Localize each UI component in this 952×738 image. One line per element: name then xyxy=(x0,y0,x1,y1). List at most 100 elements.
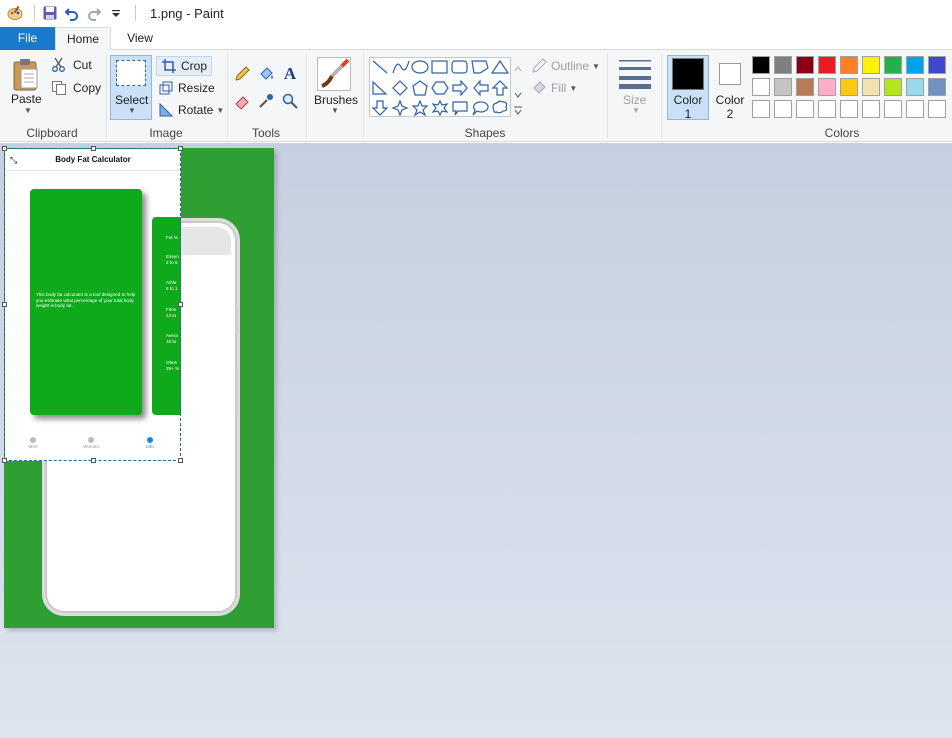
color-swatch[interactable] xyxy=(796,78,814,96)
shape-pentagon[interactable] xyxy=(412,80,428,96)
shape-line[interactable] xyxy=(372,60,388,74)
eraser-icon[interactable] xyxy=(233,92,251,110)
select-dropdown[interactable]: ▼ xyxy=(125,106,136,115)
shape-rounded-rectangle[interactable] xyxy=(451,60,468,74)
color-swatch[interactable] xyxy=(928,78,946,96)
pencil-icon[interactable] xyxy=(233,65,251,83)
shapes-scroll[interactable] xyxy=(512,57,524,117)
color-swatch[interactable] xyxy=(928,100,946,118)
size-button[interactable]: Size xyxy=(623,93,646,107)
crop-button[interactable]: Crop xyxy=(156,56,213,76)
fill-icon[interactable] xyxy=(257,65,275,83)
save-icon[interactable] xyxy=(41,4,59,22)
magnifier-icon[interactable] xyxy=(281,92,299,110)
cut-button[interactable]: Cut xyxy=(51,57,92,73)
color-picker-icon[interactable] xyxy=(257,92,275,110)
shape-down-arrow[interactable] xyxy=(371,100,389,116)
brushes-icon[interactable] xyxy=(317,57,351,91)
color2-swatch[interactable] xyxy=(719,63,741,85)
canvas-workspace[interactable]: ⤡ Body Fat Calculator This body fat calc… xyxy=(0,143,952,738)
shape-curve[interactable] xyxy=(392,60,410,74)
color-swatch[interactable] xyxy=(818,100,836,118)
color-swatch[interactable] xyxy=(884,78,902,96)
rotate-icon xyxy=(158,102,174,118)
color-swatch[interactable] xyxy=(862,78,880,96)
color-swatch[interactable] xyxy=(862,56,880,74)
shape-right-triangle[interactable] xyxy=(372,80,388,95)
copy-button[interactable]: Copy xyxy=(51,80,101,96)
resize-handle[interactable] xyxy=(178,458,183,463)
shape-triangle[interactable] xyxy=(490,59,510,74)
shape-five-point-star[interactable] xyxy=(411,99,429,117)
color2-label[interactable]: Color 2 xyxy=(712,93,748,121)
shape-hexagon[interactable] xyxy=(431,81,449,95)
paste-button[interactable]: Paste xyxy=(11,92,42,106)
color-swatch[interactable] xyxy=(818,56,836,74)
shape-cloud-callout[interactable] xyxy=(492,100,508,114)
color-swatch[interactable] xyxy=(752,78,770,96)
shape-diamond[interactable] xyxy=(392,80,408,96)
resize-button[interactable]: Resize xyxy=(158,80,215,96)
color-swatch[interactable] xyxy=(884,100,902,118)
color-swatch[interactable] xyxy=(906,100,924,118)
shape-oval-callout[interactable] xyxy=(472,101,489,116)
color-swatch[interactable] xyxy=(862,100,880,118)
tab-view[interactable]: View xyxy=(115,27,165,51)
resize-handle[interactable] xyxy=(91,458,96,463)
selection-rectangle[interactable] xyxy=(2,146,183,463)
size-icon[interactable] xyxy=(618,58,652,90)
color-swatch[interactable] xyxy=(840,78,858,96)
paste-icon[interactable] xyxy=(12,58,40,92)
color-swatch[interactable] xyxy=(752,100,770,118)
color-swatch[interactable] xyxy=(840,100,858,118)
shape-four-point-star[interactable] xyxy=(391,99,409,117)
color-swatch[interactable] xyxy=(906,56,924,74)
color-swatch[interactable] xyxy=(884,56,902,74)
fill-button[interactable]: Fill ▼ xyxy=(531,80,577,96)
resize-handle[interactable] xyxy=(2,302,7,307)
paint-palette-icon[interactable] xyxy=(6,4,24,22)
redo-icon[interactable] xyxy=(85,4,103,22)
color-swatch[interactable] xyxy=(928,56,946,74)
color-swatch[interactable] xyxy=(774,100,792,118)
resize-handle[interactable] xyxy=(178,146,183,151)
color1-swatch xyxy=(672,58,704,90)
scissors-icon xyxy=(51,57,67,73)
text-icon[interactable]: A xyxy=(281,64,299,83)
undo-icon[interactable] xyxy=(63,4,81,22)
color-swatch[interactable] xyxy=(840,56,858,74)
shapes-gallery xyxy=(369,57,511,117)
tab-home[interactable]: Home xyxy=(55,27,111,51)
outline-button[interactable]: Outline ▼ xyxy=(531,58,600,74)
shape-rounded-callout[interactable] xyxy=(452,101,468,116)
resize-handle[interactable] xyxy=(2,146,7,151)
color-swatch[interactable] xyxy=(752,56,770,74)
shape-oval[interactable] xyxy=(411,60,429,74)
shape-up-arrow[interactable] xyxy=(491,80,509,96)
color-swatch[interactable] xyxy=(818,78,836,96)
resize-handle[interactable] xyxy=(2,458,7,463)
brushes-button[interactable]: Brushes xyxy=(314,93,358,107)
shape-right-arrow[interactable] xyxy=(452,79,468,97)
size-dropdown[interactable]: ▼ xyxy=(629,106,640,115)
resize-handle[interactable] xyxy=(178,302,183,307)
shape-six-point-star[interactable] xyxy=(431,99,449,117)
copy-icon xyxy=(51,80,67,96)
color1-label: Color 1 xyxy=(673,93,703,121)
phone-side-button xyxy=(235,308,238,334)
shape-polygon[interactable] xyxy=(471,60,489,74)
paste-dropdown[interactable]: ▼ xyxy=(21,106,32,115)
resize-handle[interactable] xyxy=(91,146,96,151)
rotate-button[interactable]: Rotate ▼ xyxy=(158,102,224,118)
color-swatch[interactable] xyxy=(906,78,924,96)
shape-left-arrow[interactable] xyxy=(473,79,489,97)
customize-quick-access-icon[interactable] xyxy=(107,4,125,22)
color-swatch[interactable] xyxy=(774,78,792,96)
color-swatch[interactable] xyxy=(796,100,814,118)
color-swatch[interactable] xyxy=(796,56,814,74)
brushes-dropdown[interactable]: ▼ xyxy=(328,106,339,115)
phone-side-button xyxy=(235,368,238,416)
shape-rectangle[interactable] xyxy=(431,60,448,74)
color-swatch[interactable] xyxy=(774,56,792,74)
tab-file[interactable]: File xyxy=(0,27,55,50)
